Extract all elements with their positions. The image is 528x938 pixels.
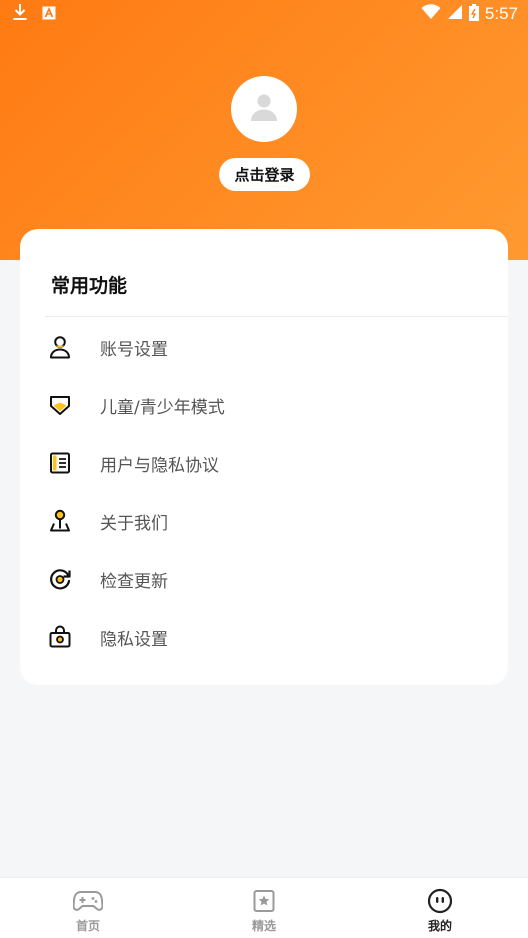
shield-icon bbox=[46, 391, 74, 419]
section-title: 常用功能 bbox=[51, 275, 128, 297]
login-button[interactable]: 点击登录 bbox=[219, 158, 310, 191]
tab-featured[interactable]: 精选 bbox=[176, 878, 352, 938]
person-pin-icon bbox=[46, 507, 74, 535]
gamepad-icon bbox=[73, 888, 103, 914]
download-icon bbox=[12, 3, 28, 25]
lock-bag-icon bbox=[46, 623, 74, 651]
menu-item-privacy-agreement[interactable]: 用户与隐私协议 bbox=[45, 434, 508, 492]
tab-label: 我的 bbox=[427, 919, 453, 935]
common-functions-card: 常用功能 账号设置 儿童/青少年模式 用户与隐私协议 关于我们 检查更新 隐私设… bbox=[20, 229, 508, 685]
wifi-icon bbox=[421, 4, 441, 24]
tab-mine[interactable]: 我的 bbox=[352, 878, 528, 938]
user-icon bbox=[46, 333, 74, 361]
menu-item-label: 隐私设置 bbox=[100, 629, 168, 650]
signal-icon bbox=[447, 4, 463, 24]
menu-item-privacy-settings[interactable]: 隐私设置 bbox=[45, 608, 508, 666]
menu-item-check-update[interactable]: 检查更新 bbox=[45, 550, 508, 608]
app-a-icon bbox=[42, 5, 56, 24]
menu-item-label: 账号设置 bbox=[100, 339, 168, 360]
refresh-icon bbox=[46, 565, 74, 593]
star-card-icon bbox=[249, 888, 279, 914]
user-placeholder-icon bbox=[249, 92, 279, 126]
bottom-tab-bar: 首页 精选 我的 bbox=[0, 877, 528, 938]
menu-item-youth-mode[interactable]: 儿童/青少年模式 bbox=[45, 376, 508, 434]
battery-icon bbox=[468, 3, 479, 25]
menu-item-label: 用户与隐私协议 bbox=[100, 455, 219, 476]
menu-item-label: 儿童/青少年模式 bbox=[100, 397, 225, 418]
menu-item-about-us[interactable]: 关于我们 bbox=[45, 492, 508, 550]
menu-item-label: 关于我们 bbox=[100, 513, 168, 534]
face-icon bbox=[425, 888, 455, 914]
tab-label: 精选 bbox=[251, 919, 276, 933]
document-icon bbox=[46, 449, 74, 477]
tab-label: 首页 bbox=[75, 919, 100, 933]
divider bbox=[45, 316, 508, 317]
tab-home[interactable]: 首页 bbox=[0, 878, 176, 938]
status-bar: 5:57 bbox=[0, 0, 528, 28]
menu-item-label: 检查更新 bbox=[100, 571, 168, 592]
avatar[interactable] bbox=[231, 76, 297, 142]
status-time: 5:57 bbox=[484, 4, 518, 23]
menu-item-account-settings[interactable]: 账号设置 bbox=[45, 318, 508, 376]
